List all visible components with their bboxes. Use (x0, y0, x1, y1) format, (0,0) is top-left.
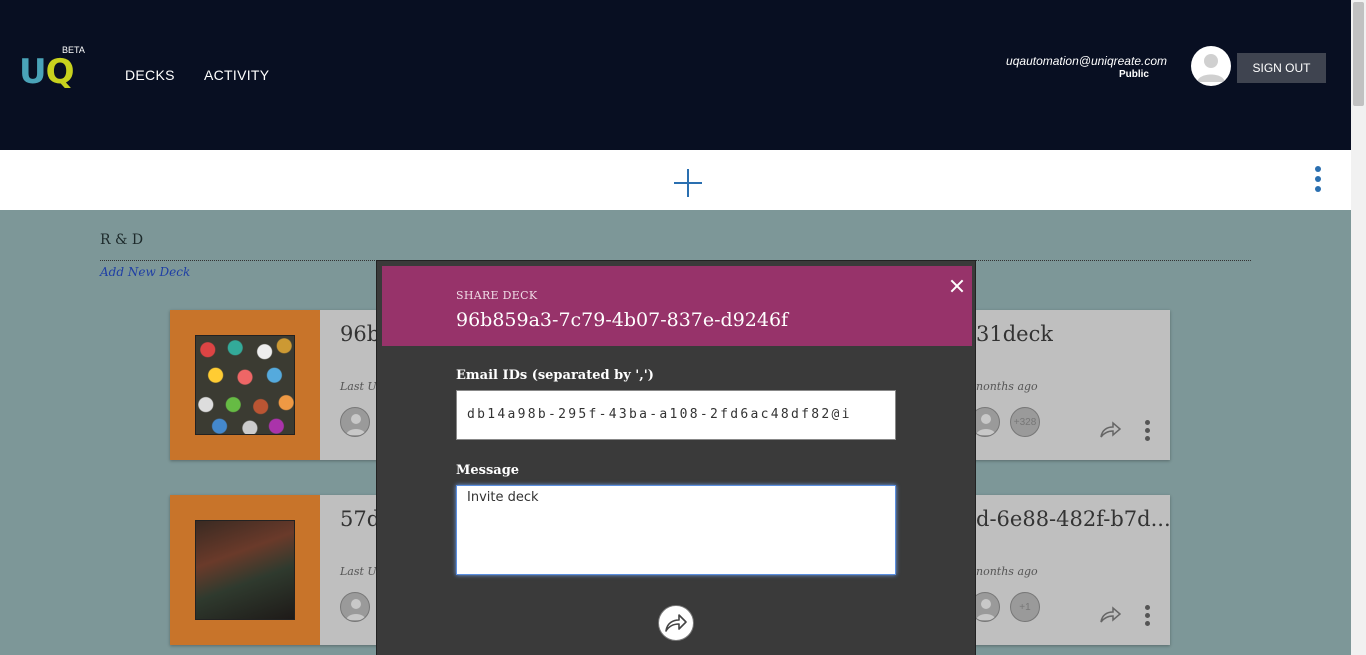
email-label: Email IDs (separated by ',') (456, 368, 654, 383)
card-more-icon[interactable] (1145, 420, 1151, 442)
modal-header: SHARE DECK 96b859a3-7c79-4b07-837e-d9246… (382, 266, 972, 346)
close-icon[interactable] (949, 278, 965, 294)
deck-image (195, 520, 295, 620)
share-icon[interactable] (1099, 421, 1122, 439)
nav-activity[interactable]: ACTIVITY (204, 67, 269, 83)
deck-title[interactable]: 96b (340, 322, 380, 346)
app-header: UQ BETA DECKS ACTIVITY uqautomation@uniq… (0, 0, 1351, 150)
user-email: uqautomation@uniqreate.com (1006, 54, 1167, 68)
member-avatar-icon (340, 407, 370, 437)
add-new-deck-link[interactable]: Add New Deck (100, 265, 190, 279)
deck-title[interactable]: 57d (340, 507, 380, 531)
deck-thumbnail (170, 310, 320, 460)
deck-meta-right: nonths ago (976, 565, 1038, 578)
deck-image (195, 335, 295, 435)
beta-badge: BETA (62, 45, 85, 55)
deck-meta-right: nonths ago (976, 380, 1038, 393)
member-count-badge: +328 (1010, 407, 1040, 437)
share-send-icon[interactable] (658, 605, 694, 641)
user-role: Public (1118, 69, 1149, 80)
app-logo[interactable]: UQ (19, 52, 75, 92)
deck-title-right[interactable]: d-6e88-482f-b7d... (976, 507, 1171, 531)
member-avatar-icon (340, 592, 370, 622)
deck-title-right[interactable]: 31deck (976, 322, 1053, 346)
more-options-icon[interactable] (1313, 166, 1323, 194)
add-plus-icon[interactable] (674, 169, 702, 197)
sign-out-button[interactable]: SIGN OUT (1237, 53, 1326, 83)
message-textarea[interactable]: Invite deck (456, 485, 896, 575)
nav-decks[interactable]: DECKS (125, 67, 175, 83)
member-count-badge: +1 (1010, 592, 1040, 622)
user-avatar-icon[interactable] (1191, 46, 1231, 86)
share-deck-modal: SHARE DECK 96b859a3-7c79-4b07-837e-d9246… (376, 260, 976, 655)
section-title: R & D (100, 232, 144, 248)
modal-kicker: SHARE DECK (456, 289, 538, 302)
deck-thumbnail (170, 495, 320, 645)
card-more-icon[interactable] (1145, 605, 1151, 627)
modal-title: 96b859a3-7c79-4b07-837e-d9246f (456, 309, 789, 331)
share-icon[interactable] (1099, 606, 1122, 624)
scrollbar-thumb[interactable] (1353, 2, 1364, 106)
message-label: Message (456, 463, 520, 478)
email-input[interactable]: db14a98b-295f-43ba-a108-2fd6ac48df82@i (456, 390, 896, 440)
